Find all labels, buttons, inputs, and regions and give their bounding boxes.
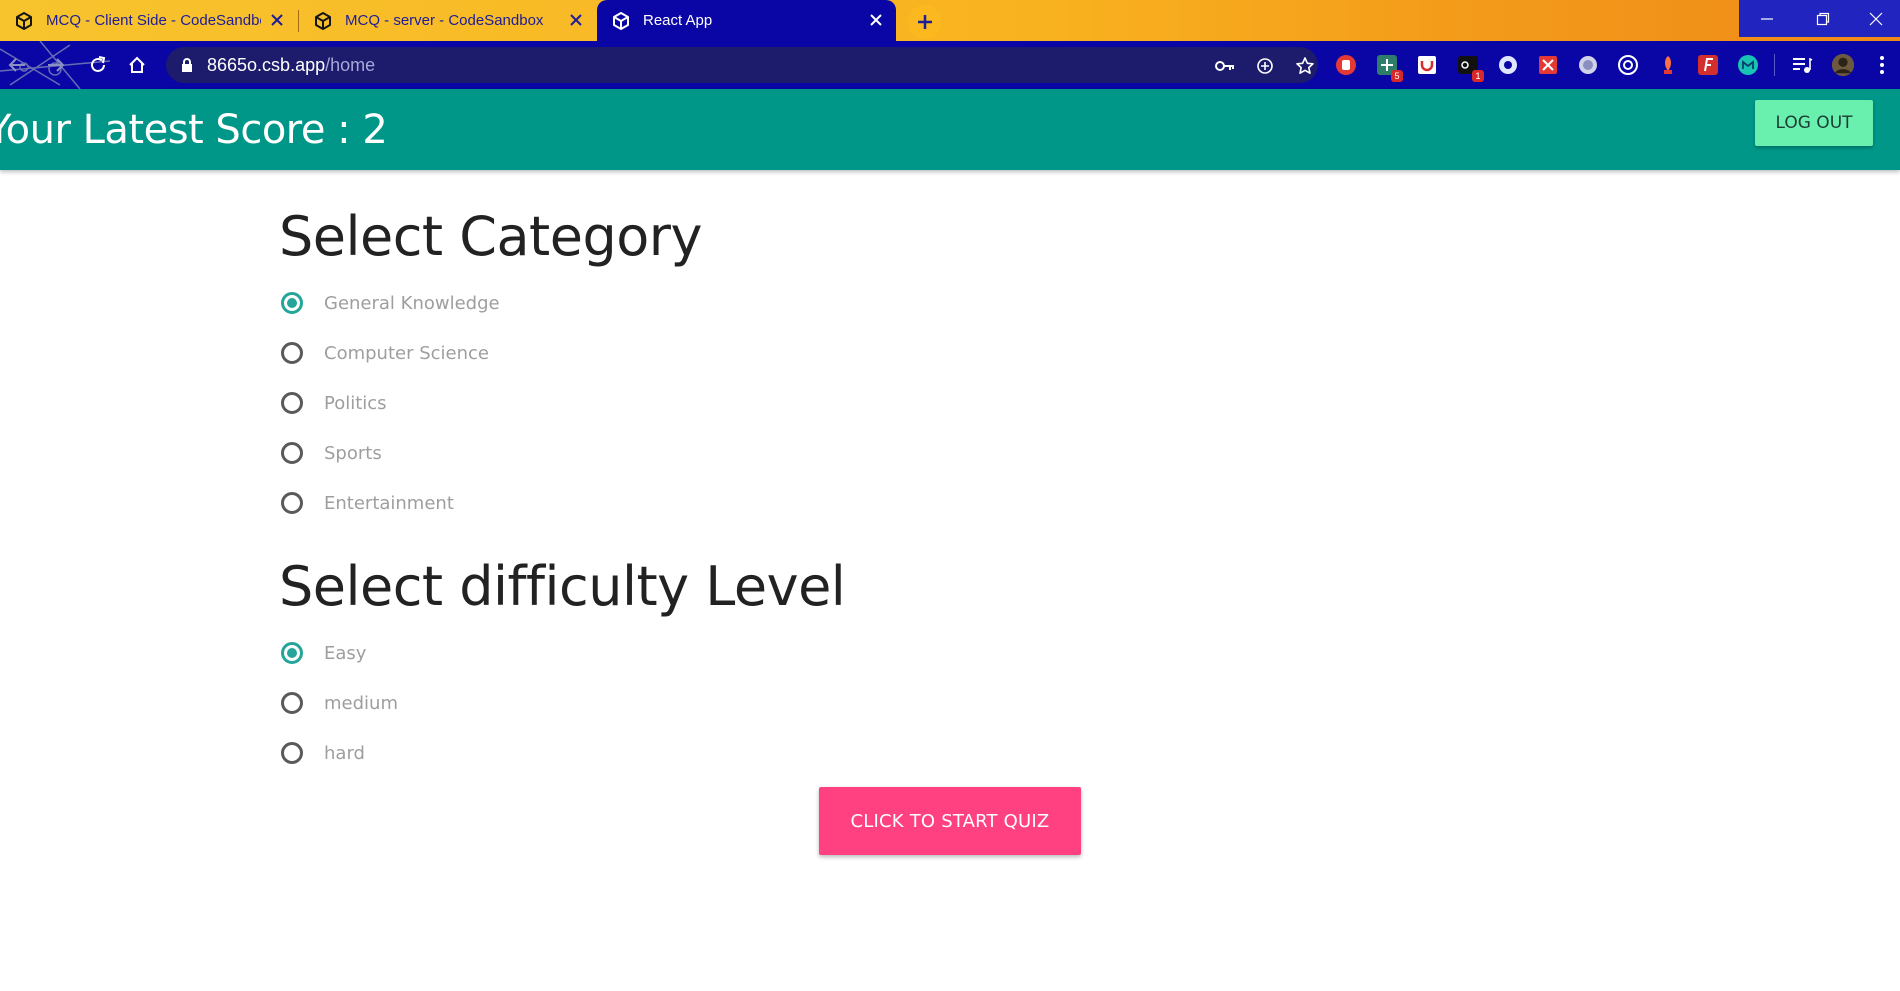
start-quiz-button[interactable]: CLICK TO START QUIZ — [819, 787, 1081, 855]
category-option-general-knowledge[interactable]: General Knowledge — [281, 288, 500, 318]
reload-button[interactable] — [85, 52, 111, 78]
browser-menu-button[interactable] — [1870, 53, 1894, 77]
option-label: Easy — [324, 642, 367, 664]
browser-toolbar: 8665o.csb.app/home 5 1 — [0, 41, 1900, 89]
tab-title: MCQ - Client Side - CodeSandbox — [46, 12, 261, 29]
more-vertical-icon — [1880, 56, 1884, 74]
difficulty-option-easy[interactable]: Easy — [281, 638, 366, 668]
forward-button[interactable] — [43, 52, 69, 78]
radio-unchecked-icon[interactable] — [281, 692, 303, 714]
back-button[interactable] — [4, 52, 30, 78]
radio-unchecked-icon[interactable] — [281, 392, 303, 414]
close-tab-icon[interactable] — [267, 10, 287, 30]
browser-tab-react-app[interactable]: React App — [597, 0, 896, 41]
option-label: Politics — [324, 392, 387, 414]
radio-checked-icon[interactable] — [281, 292, 303, 314]
lock-icon — [180, 57, 194, 78]
extension-stop-icon[interactable] — [1334, 53, 1358, 77]
restore-icon — [1816, 12, 1830, 25]
close-tab-icon[interactable] — [866, 10, 886, 30]
category-option-politics[interactable]: Politics — [281, 388, 387, 418]
radio-unchecked-icon[interactable] — [281, 742, 303, 764]
extension-ring-icon[interactable] — [1496, 53, 1520, 77]
close-icon — [1869, 12, 1882, 25]
back-arrow-icon — [8, 58, 25, 72]
option-label: Computer Science — [324, 342, 489, 364]
key-icon[interactable] — [1214, 55, 1236, 77]
new-tab-button[interactable] — [908, 5, 942, 39]
option-label: General Knowledge — [324, 292, 500, 314]
category-option-sports[interactable]: Sports — [281, 438, 382, 468]
profile-avatar[interactable] — [1831, 53, 1855, 77]
bookmark-star-icon[interactable] — [1294, 55, 1316, 77]
extension-badge: 1 — [1472, 70, 1484, 82]
close-window-button[interactable] — [1851, 0, 1900, 37]
extension-target-icon[interactable] — [1616, 53, 1640, 77]
minimize-icon — [1761, 17, 1773, 20]
url-path: /home — [325, 55, 376, 75]
toolbar-divider — [1774, 54, 1775, 76]
browser-tab-strip: MCQ - Client Side - CodeSandbox MCQ - se… — [0, 0, 1900, 41]
radio-checked-icon[interactable] — [281, 642, 303, 664]
extension-puzzle-icon[interactable] — [1536, 53, 1560, 77]
plus-icon — [918, 15, 932, 29]
extension-m-icon[interactable] — [1736, 53, 1760, 77]
extension-font-icon[interactable] — [1696, 53, 1720, 77]
option-label: Entertainment — [324, 492, 454, 514]
extension-grid-icon[interactable]: 5 — [1375, 53, 1403, 82]
restore-window-button[interactable] — [1795, 0, 1851, 37]
browser-tab-mcq-server[interactable]: MCQ - server - CodeSandbox — [299, 0, 596, 41]
url-text: 8665o.csb.app/home — [207, 55, 375, 76]
difficulty-option-hard[interactable]: hard — [281, 738, 365, 768]
difficulty-heading: Select difficulty Level — [279, 555, 846, 618]
url-host: 8665o.csb.app — [207, 55, 326, 75]
tab-title: MCQ - server - CodeSandbox — [345, 12, 544, 29]
reload-icon — [91, 56, 106, 72]
radio-unchecked-icon[interactable] — [281, 442, 303, 464]
extension-badge: 5 — [1391, 70, 1403, 82]
option-label: Sports — [324, 442, 382, 464]
logout-button[interactable]: LOG OUT — [1755, 100, 1873, 146]
category-option-entertainment[interactable]: Entertainment — [281, 488, 454, 518]
app-header: Your Latest Score : 2 LOG OUT — [0, 89, 1900, 170]
forward-arrow-icon — [48, 58, 65, 72]
category-heading: Select Category — [279, 205, 702, 268]
extension-pocket-icon[interactable] — [1415, 53, 1439, 77]
radio-unchecked-icon[interactable] — [281, 492, 303, 514]
extension-rocket-icon[interactable] — [1656, 53, 1680, 77]
radio-unchecked-icon[interactable] — [281, 342, 303, 364]
home-button[interactable] — [124, 52, 150, 78]
address-bar[interactable]: 8665o.csb.app/home — [166, 47, 1318, 83]
tab-title: React App — [643, 12, 713, 29]
codesandbox-cube-icon — [14, 11, 34, 31]
close-tab-icon[interactable] — [566, 10, 586, 30]
latest-score-title: Your Latest Score : 2 — [0, 107, 388, 153]
codesandbox-cube-icon — [611, 11, 631, 31]
media-playlist-icon[interactable] — [1790, 53, 1814, 77]
extension-dark-icon[interactable]: 1 — [1456, 53, 1484, 82]
codesandbox-cube-icon — [313, 11, 333, 31]
browser-tab-mcq-client[interactable]: MCQ - Client Side - CodeSandbox — [0, 0, 297, 41]
home-icon — [129, 56, 145, 73]
minimize-window-button[interactable] — [1739, 0, 1795, 37]
option-label: hard — [324, 742, 365, 764]
option-label: medium — [324, 692, 398, 714]
category-option-computer-science[interactable]: Computer Science — [281, 338, 489, 368]
extension-record-icon[interactable] — [1576, 53, 1600, 77]
zoom-icon[interactable] — [1254, 55, 1276, 77]
difficulty-option-medium[interactable]: medium — [281, 688, 398, 718]
